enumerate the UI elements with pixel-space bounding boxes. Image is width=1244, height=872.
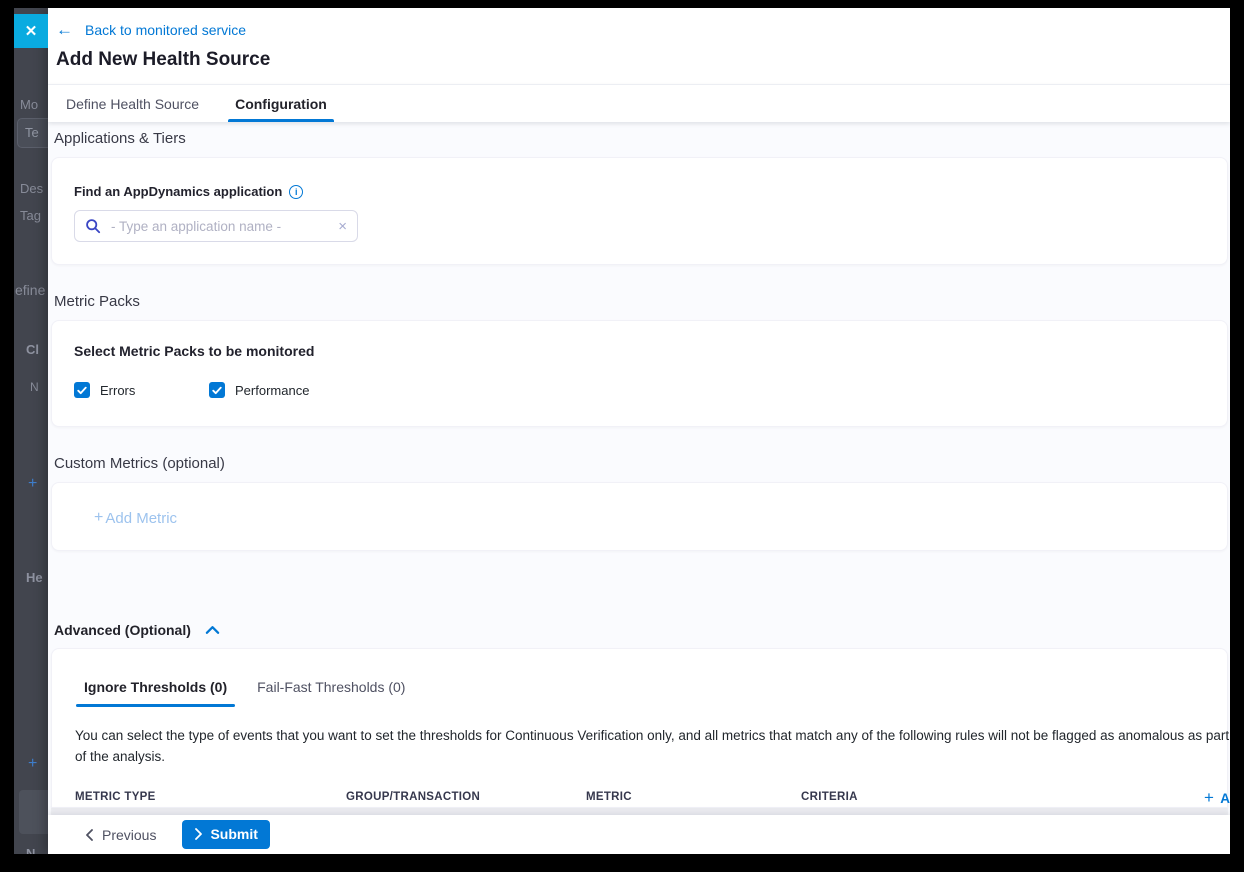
backdrop-fragment: Tag	[20, 208, 41, 223]
submit-button[interactable]: Submit	[182, 820, 269, 849]
submit-button-label: Submit	[210, 826, 257, 842]
backdrop-fragment: He	[26, 570, 43, 585]
backdrop-fragment: N	[30, 380, 39, 394]
plus-icon: +	[1204, 788, 1214, 808]
advanced-optional-toggle[interactable]: Advanced (Optional)	[54, 622, 1230, 638]
application-search-input[interactable]	[111, 219, 328, 234]
add-health-source-drawer: ← Back to monitored service Add New Heal…	[48, 8, 1230, 854]
add-threshold-label: Add Threshold	[1220, 791, 1230, 806]
chevron-up-icon	[205, 625, 220, 635]
back-link-label: Back to monitored service	[85, 22, 246, 38]
thresholds-description-line1: You can select the type of events that y…	[75, 725, 1227, 746]
configuration-content: Applications & Tiers Find an AppDynamics…	[48, 122, 1230, 815]
health-source-tabbar: Define Health Source Configuration	[48, 84, 1230, 122]
find-application-label: Find an AppDynamics application i	[74, 184, 1205, 199]
backdrop-fragment: Cl	[26, 342, 39, 357]
thresholds-table-header: METRIC TYPE GROUP/TRANSACTION METRIC CRI…	[52, 791, 1227, 807]
custom-metrics-card: + Add Metric	[51, 482, 1228, 551]
tab-ignore-thresholds[interactable]: Ignore Thresholds (0)	[84, 679, 227, 704]
add-threshold-button[interactable]: + Add Threshold	[1204, 788, 1230, 808]
column-metric-type: METRIC TYPE	[75, 791, 156, 803]
metric-packs-card: Select Metric Packs to be monitored Erro…	[51, 320, 1228, 427]
backdrop-button-fragment	[19, 790, 48, 834]
close-icon: ✕	[25, 22, 38, 40]
backdrop-fragment: Des	[20, 181, 43, 196]
tab-define-health-source[interactable]: Define Health Source	[66, 85, 199, 122]
checkbox-performance[interactable]: Performance	[209, 382, 309, 398]
column-criteria: CRITERIA	[801, 791, 858, 803]
checkbox-errors[interactable]: Errors	[74, 382, 209, 398]
clear-search-icon[interactable]: ×	[338, 219, 347, 234]
previous-button-label: Previous	[102, 827, 156, 843]
plus-icon: +	[94, 509, 103, 527]
application-search-box: ×	[74, 210, 358, 242]
add-metric-label: Add Metric	[105, 510, 177, 527]
backdrop-fragment: N	[26, 846, 35, 854]
checkbox-label: Errors	[100, 383, 135, 398]
custom-metrics-heading: Custom Metrics (optional)	[54, 455, 1230, 472]
add-metric-button[interactable]: + Add Metric	[94, 509, 177, 527]
backdrop-fragment: Mo	[20, 97, 38, 112]
previous-button[interactable]: Previous	[85, 827, 156, 843]
backdrop-plus-icon: +	[28, 755, 37, 773]
thresholds-description: You can select the type of events that y…	[75, 725, 1227, 767]
dimmed-backdrop: Mo Te Des Tag efine Cl N + He + N	[14, 8, 48, 854]
chevron-left-icon	[85, 829, 94, 841]
tab-fail-fast-thresholds[interactable]: Fail-Fast Thresholds (0)	[257, 679, 405, 704]
find-application-label-text: Find an AppDynamics application	[74, 184, 282, 199]
metric-packs-row: Errors Performance	[74, 382, 1205, 398]
advanced-optional-label: Advanced (Optional)	[54, 622, 191, 638]
column-group-transaction: GROUP/TRANSACTION	[346, 791, 480, 803]
backdrop-fragment: efine	[15, 282, 45, 298]
search-icon	[85, 218, 101, 234]
thresholds-tabbar: Ignore Thresholds (0) Fail-Fast Threshol…	[52, 679, 1227, 704]
chevron-right-icon	[194, 828, 203, 840]
metric-packs-subtitle: Select Metric Packs to be monitored	[74, 343, 1205, 359]
applications-tiers-card: Find an AppDynamics application i ×	[51, 157, 1228, 265]
metric-packs-heading: Metric Packs	[54, 293, 1230, 310]
close-drawer-button[interactable]: ✕	[14, 14, 48, 48]
info-icon[interactable]: i	[289, 185, 303, 199]
drawer-header: ← Back to monitored service Add New Heal…	[48, 8, 1230, 84]
page-title: Add New Health Source	[56, 49, 1230, 84]
backdrop-input-fragment: Te	[17, 118, 48, 148]
thresholds-description-line2: of the analysis.	[75, 746, 1227, 767]
back-to-monitored-service-link[interactable]: ← Back to monitored service	[56, 21, 246, 38]
advanced-thresholds-card: Ignore Thresholds (0) Fail-Fast Threshol…	[51, 648, 1228, 808]
back-arrow-icon: ←	[56, 21, 73, 38]
applications-tiers-heading: Applications & Tiers	[54, 130, 1230, 147]
content-bottom-strip	[51, 808, 1228, 815]
backdrop-plus-icon: +	[28, 475, 37, 493]
column-metric: METRIC	[586, 791, 632, 803]
drawer-footer: Previous Submit	[48, 815, 1230, 854]
checkbox-checked-icon	[209, 382, 225, 398]
checkbox-label: Performance	[235, 383, 309, 398]
checkbox-checked-icon	[74, 382, 90, 398]
tab-configuration[interactable]: Configuration	[235, 85, 327, 122]
